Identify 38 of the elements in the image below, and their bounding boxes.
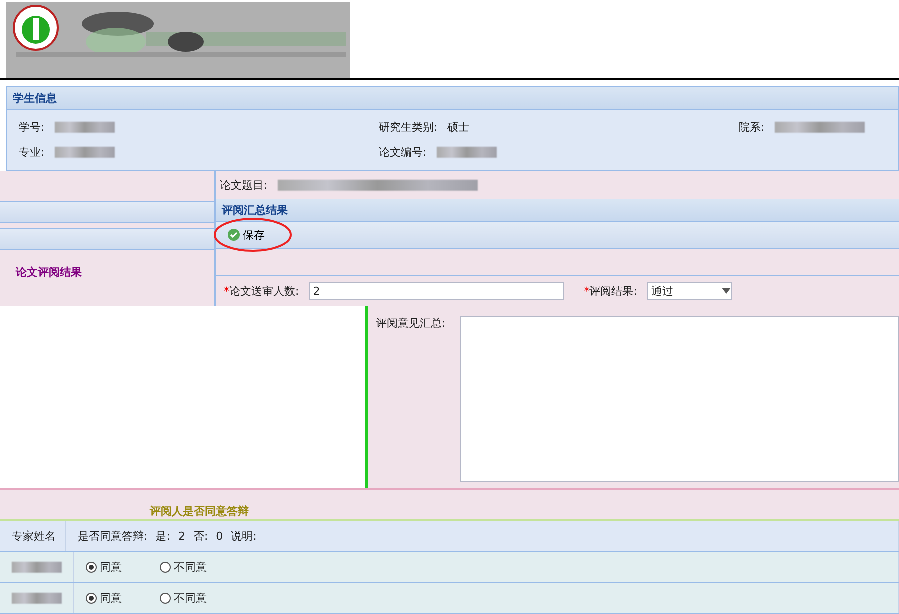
result-select[interactable]: 通过 [647, 282, 732, 300]
column-header: 专家姓名 [12, 528, 56, 544]
section-title: 论文评阅结果 [14, 265, 83, 280]
redacted-value [54, 147, 115, 158]
field-label: 院系: [739, 120, 765, 135]
field-label: 论文题目: [220, 178, 268, 192]
radio-option[interactable]: 不同意 [160, 560, 226, 574]
radio-option[interactable]: 同意 [86, 590, 152, 606]
column-header: 说明: [231, 528, 257, 544]
caret-icon [722, 288, 732, 294]
radio-button[interactable] [160, 592, 171, 604]
radio-button[interactable] [160, 562, 171, 572]
check-icon [228, 229, 240, 241]
radio-option[interactable]: 不同意 [160, 590, 226, 606]
input-field[interactable]: 2 [309, 282, 564, 300]
field-value: 硕士 [448, 120, 470, 135]
field-label: 研究生类别: [379, 120, 438, 135]
count-label: 否: [193, 528, 208, 544]
field-label: *评阅结果: [584, 284, 638, 298]
radio-button[interactable] [86, 592, 97, 604]
section-title: 评阅人是否同意答辩 [150, 504, 249, 519]
count-value: 2 [178, 530, 186, 542]
redacted-value [12, 592, 62, 604]
field-label: *论文送审人数: [224, 284, 300, 298]
count-value: 0 [216, 530, 224, 542]
field-label: 专业: [19, 145, 45, 160]
redacted-value [12, 562, 62, 572]
redacted-value [436, 147, 497, 158]
field-label: 评阅意见汇总: [376, 316, 446, 332]
field-label: 论文编号: [379, 145, 427, 160]
panel-title: 评阅汇总结果 [216, 199, 899, 222]
count-label: 是: [156, 528, 170, 544]
column-header: 是否同意答辩: [78, 528, 148, 544]
panel-title: 学生信息 [7, 87, 898, 110]
radio-button[interactable] [86, 562, 97, 572]
field-label: 学号: [19, 120, 45, 135]
redacted-value [54, 122, 115, 133]
radio-option[interactable]: 同意 [86, 560, 152, 574]
